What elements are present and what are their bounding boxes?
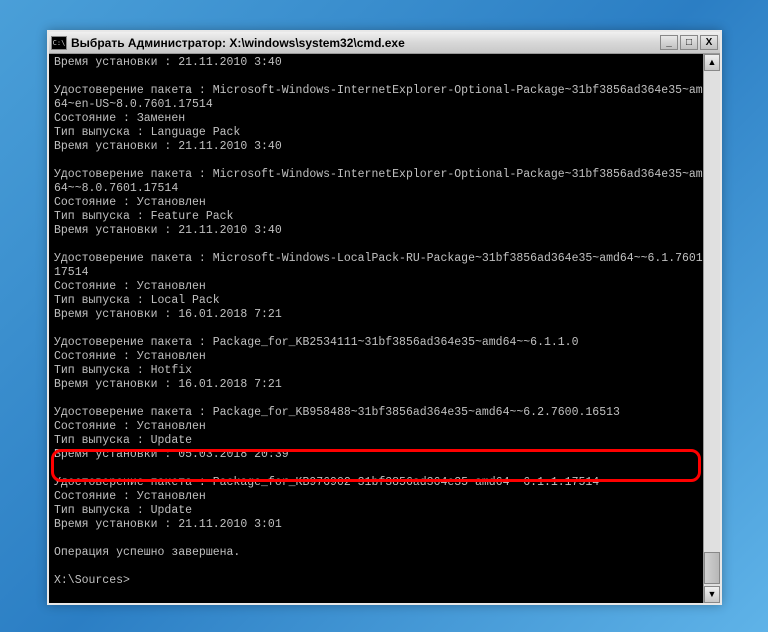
close-button[interactable]: X (700, 35, 718, 50)
console-output[interactable]: Время установки : 21.11.2010 3:40 Удосто… (49, 54, 720, 590)
scroll-track[interactable] (704, 71, 720, 586)
scroll-thumb[interactable] (704, 552, 720, 584)
scroll-down-button[interactable]: ▼ (704, 586, 720, 603)
window-title: Выбрать Администратор: X:\windows\system… (71, 36, 660, 50)
console-area: Время установки : 21.11.2010 3:40 Удосто… (49, 54, 720, 603)
scroll-up-button[interactable]: ▲ (704, 54, 720, 71)
maximize-button[interactable]: □ (680, 35, 698, 50)
cmd-icon: C:\ (51, 36, 67, 50)
cmd-window: C:\ Выбрать Администратор: X:\windows\sy… (47, 30, 722, 605)
vertical-scrollbar: ▲ ▼ (703, 54, 720, 603)
window-controls: _ □ X (660, 35, 718, 50)
minimize-button[interactable]: _ (660, 35, 678, 50)
titlebar[interactable]: C:\ Выбрать Администратор: X:\windows\sy… (49, 32, 720, 54)
